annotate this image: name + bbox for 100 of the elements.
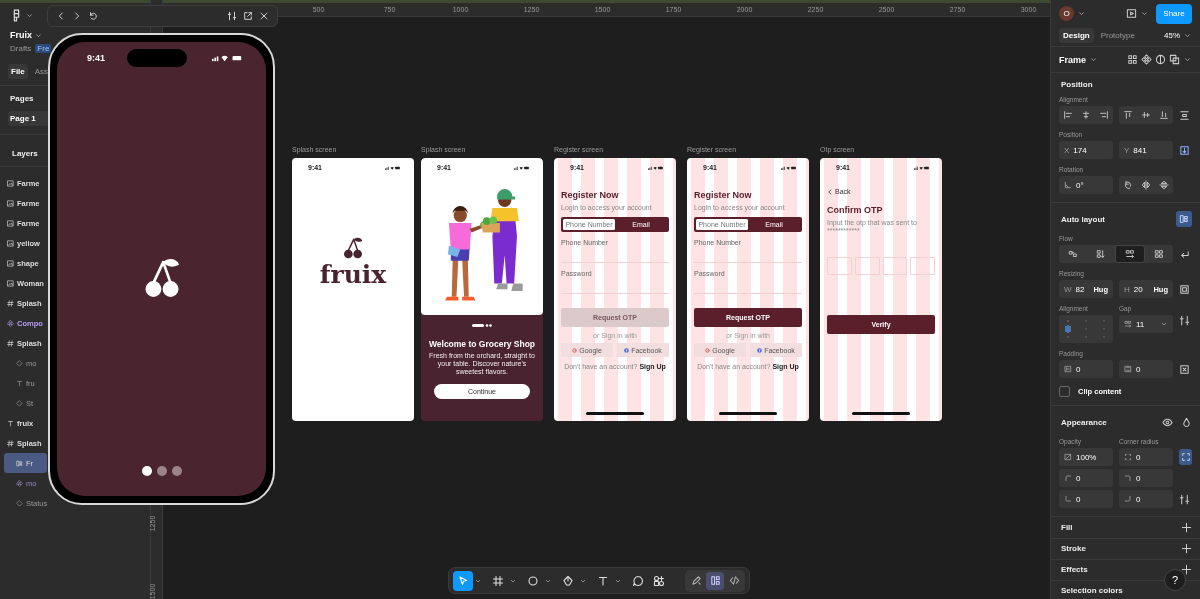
corner-icon bbox=[1124, 474, 1132, 483]
auto-layout-icon bbox=[16, 459, 23, 467]
code-icon bbox=[728, 575, 740, 586]
padding-field[interactable]: 0 bbox=[1059, 360, 1113, 379]
rotate-icon[interactable] bbox=[1123, 180, 1133, 191]
image-icon bbox=[7, 259, 14, 267]
align-left-icon[interactable] bbox=[1063, 110, 1073, 121]
instance-icon bbox=[16, 499, 23, 507]
forward-icon[interactable] bbox=[72, 11, 82, 21]
flip-horizontal-icon[interactable] bbox=[1141, 180, 1151, 191]
resize-icon[interactable] bbox=[1179, 283, 1190, 295]
angle-icon bbox=[1064, 181, 1072, 190]
plus-icon[interactable] bbox=[1181, 543, 1192, 555]
zoom-level[interactable]: 45% bbox=[1164, 30, 1180, 40]
mode-button[interactable] bbox=[706, 571, 724, 590]
facebook-icon bbox=[757, 347, 763, 353]
cherry-icon bbox=[341, 236, 365, 260]
status-icon bbox=[648, 165, 663, 170]
auto-layout-button[interactable] bbox=[1176, 211, 1192, 228]
clip-checkbox[interactable] bbox=[1059, 386, 1070, 398]
panel-tab[interactable]: File bbox=[8, 64, 28, 79]
align-top-icon[interactable] bbox=[1123, 110, 1133, 121]
help-button[interactable]: ? bbox=[1164, 569, 1186, 591]
plus-icon[interactable] bbox=[1181, 521, 1192, 533]
file-name[interactable]: Fruix bbox=[10, 30, 32, 40]
mask-icon[interactable] bbox=[1155, 54, 1166, 66]
settings-icon[interactable] bbox=[227, 11, 237, 21]
component-icon bbox=[16, 479, 23, 487]
padding-field[interactable]: 0 bbox=[1119, 360, 1173, 379]
open-external-icon[interactable] bbox=[243, 11, 253, 21]
align-right-icon[interactable] bbox=[1099, 110, 1109, 121]
status-icon bbox=[781, 165, 796, 170]
home-indicator bbox=[852, 412, 910, 415]
corner-field[interactable]: 0 bbox=[1059, 469, 1113, 488]
frame-icon bbox=[492, 574, 504, 587]
alignment-grid[interactable] bbox=[1059, 315, 1113, 344]
constraints-icon[interactable] bbox=[1179, 144, 1190, 156]
gap-field[interactable]: 11 bbox=[1119, 315, 1173, 334]
y-field[interactable]: Y 841 bbox=[1119, 141, 1173, 160]
facebook-icon bbox=[624, 347, 630, 353]
user-avatar[interactable]: O bbox=[1059, 6, 1074, 22]
panel-tab[interactable]: Prototype bbox=[1096, 27, 1139, 43]
corner-field[interactable]: 0 bbox=[1119, 490, 1173, 509]
image-icon bbox=[7, 219, 14, 227]
sliders-icon[interactable] bbox=[1179, 315, 1190, 327]
brand-wordmark: fruix bbox=[319, 260, 387, 290]
corner-field[interactable]: 0 bbox=[1059, 490, 1113, 509]
selection-type[interactable]: Frame bbox=[1059, 54, 1086, 65]
page-item[interactable]: Page 1 bbox=[8, 111, 50, 126]
actions-icon bbox=[653, 574, 665, 587]
distribute-icon[interactable] bbox=[1179, 109, 1190, 121]
flip-vertical-icon[interactable] bbox=[1159, 180, 1169, 191]
carousel-dot[interactable] bbox=[141, 466, 152, 476]
present-icon[interactable] bbox=[1126, 8, 1137, 20]
radius-field[interactable]: 0 bbox=[1119, 448, 1173, 467]
close-icon[interactable] bbox=[259, 11, 269, 21]
corner-icon bbox=[1064, 474, 1072, 483]
carousel-dot[interactable] bbox=[171, 466, 182, 476]
boolean-icon[interactable] bbox=[1169, 54, 1180, 66]
opacity-field[interactable]: 100% bbox=[1059, 448, 1113, 467]
horizontal-flow-icon bbox=[1125, 249, 1135, 260]
vertical-flow-icon bbox=[1096, 249, 1106, 260]
padding-icon bbox=[1124, 365, 1132, 374]
cursor-icon bbox=[457, 574, 469, 587]
grid-flow-icon bbox=[1154, 249, 1164, 260]
corners-button[interactable] bbox=[1179, 449, 1192, 466]
wrap-icon[interactable] bbox=[1179, 248, 1190, 260]
eye-icon[interactable] bbox=[1162, 416, 1173, 428]
component-icon bbox=[7, 319, 14, 327]
image-icon bbox=[7, 179, 14, 187]
grid-icon[interactable] bbox=[1127, 54, 1138, 66]
panel-tab[interactable]: Design bbox=[1059, 27, 1094, 43]
corner-field[interactable]: 0 bbox=[1119, 469, 1173, 488]
sliders-icon[interactable] bbox=[1179, 493, 1190, 505]
padding-icon bbox=[1064, 365, 1072, 374]
pen-icon bbox=[562, 574, 574, 587]
align-middle-icon[interactable] bbox=[1141, 110, 1151, 121]
plus-icon[interactable] bbox=[1181, 564, 1192, 576]
padding-icon[interactable] bbox=[1179, 363, 1190, 375]
plan-badge: Fre bbox=[35, 44, 52, 53]
frame-icon bbox=[7, 439, 14, 447]
reset-icon[interactable] bbox=[88, 11, 98, 21]
align-bottom-icon[interactable] bbox=[1159, 110, 1169, 121]
tool-button[interactable] bbox=[453, 570, 473, 591]
component-icon[interactable] bbox=[1141, 54, 1152, 66]
rotation-field[interactable]: 0° bbox=[1059, 176, 1113, 195]
x-field[interactable]: X 174 bbox=[1059, 141, 1113, 160]
caret-icon[interactable] bbox=[25, 11, 34, 20]
align-center-icon[interactable] bbox=[1081, 110, 1091, 121]
status-icon bbox=[914, 165, 929, 170]
back-icon[interactable] bbox=[56, 11, 66, 21]
section-title: Fill bbox=[1060, 522, 1073, 532]
carousel-dot[interactable] bbox=[156, 466, 167, 476]
panel-tab[interactable]: Ass bbox=[31, 64, 52, 79]
google-icon bbox=[572, 347, 578, 353]
google-icon bbox=[705, 347, 711, 353]
drop-icon[interactable] bbox=[1181, 416, 1192, 428]
home-indicator bbox=[719, 412, 777, 415]
flow-option[interactable] bbox=[1115, 245, 1145, 264]
corner-icon bbox=[1064, 495, 1072, 504]
